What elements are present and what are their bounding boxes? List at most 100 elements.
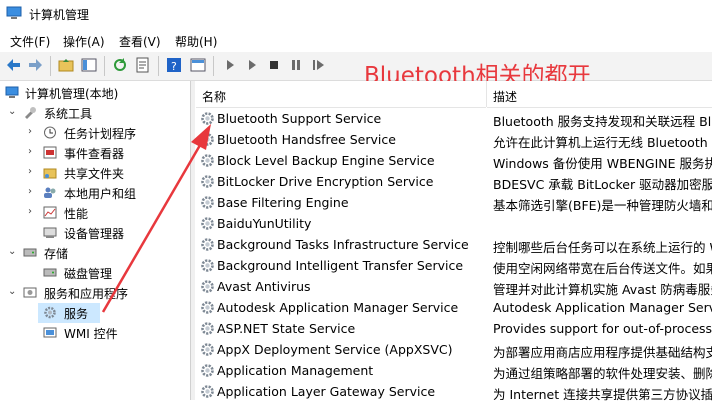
- tree-label: 存储: [44, 247, 69, 261]
- tree-services-apps[interactable]: ⌄ 服务和应用程序: [0, 283, 190, 303]
- tree-task-scheduler[interactable]: › 任务计划程序: [0, 123, 190, 143]
- tree-event-viewer[interactable]: › 事件查看器: [0, 143, 190, 163]
- table-row[interactable]: Block Level Backup Engine Service Windows…: [196, 150, 712, 171]
- pause-service-icon[interactable]: [288, 57, 304, 73]
- tree-label: 服务和应用程序: [44, 287, 129, 301]
- gear-icon: [201, 196, 214, 209]
- services-apps-icon: [23, 287, 37, 298]
- menu-bar: 文件(F) 操作(A) 查看(V) 帮助(H): [0, 28, 712, 52]
- tree-wmi[interactable]: WMI 控件: [0, 323, 190, 343]
- chevron-right-icon[interactable]: ›: [28, 126, 32, 137]
- export-list-icon[interactable]: [135, 57, 151, 73]
- tree-label: 性能: [64, 207, 89, 221]
- help-icon[interactable]: ?: [166, 57, 182, 73]
- tree-label: 设备管理器: [64, 227, 125, 241]
- tree-performance[interactable]: › 性能: [0, 203, 190, 223]
- menu-view[interactable]: 查看(V): [119, 33, 161, 50]
- service-name: Avast Antivirus: [217, 279, 311, 294]
- table-row[interactable]: Avast Antivirus 管理并对此计算机实施 Avast 防病毒服务: [196, 276, 712, 297]
- gear-icon: [201, 217, 214, 230]
- tree-services[interactable]: 服务: [38, 303, 100, 323]
- menu-action[interactable]: 操作(A): [63, 33, 105, 50]
- service-description: 管理并对此计算机实施 Avast 防病毒服务: [493, 282, 712, 297]
- service-name: Application Layer Gateway Service: [217, 384, 436, 399]
- table-row[interactable]: Autodesk Application Manager Service Auto…: [196, 297, 712, 318]
- show-hide-tree-icon[interactable]: [81, 57, 97, 73]
- tree-disk-management[interactable]: 磁盘管理: [0, 263, 190, 283]
- table-row[interactable]: Background Intelligent Transfer Service 使…: [196, 255, 712, 276]
- tools-icon: [25, 107, 36, 119]
- users-icon: [44, 187, 56, 198]
- table-row[interactable]: Application Management 为通过组策略部署的软件处理安装、删除…: [196, 360, 712, 381]
- gear-icon: [201, 133, 214, 146]
- service-description: 为 Internet 连接共享提供第三方协议插件: [493, 387, 712, 402]
- column-header-label: 描述: [493, 90, 518, 104]
- chevron-right-icon[interactable]: ›: [28, 206, 32, 217]
- play-icon[interactable]: [244, 57, 260, 73]
- service-description: Windows 备份使用 WBENGINE 服务执行: [493, 156, 712, 171]
- event-viewer-icon: [43, 146, 57, 159]
- window-title: 计算机管理: [29, 8, 90, 22]
- gear-icon: [201, 280, 214, 293]
- tree-label: WMI 控件: [64, 327, 118, 341]
- table-row[interactable]: Application Layer Gateway Service 为 Inter…: [196, 381, 712, 402]
- service-description: 为通过组策略部署的软件处理安装、删除以: [493, 366, 712, 381]
- table-row[interactable]: Base Filtering Engine 基本筛选引擎(BFE)是一种管理防火墙…: [196, 192, 712, 213]
- shared-folder-icon: [43, 168, 57, 179]
- table-row[interactable]: Bluetooth Support Service Bluetooth 服务支持发…: [196, 108, 712, 129]
- wmi-icon: [43, 327, 57, 338]
- chevron-down-icon[interactable]: ⌄: [8, 286, 16, 297]
- disk-icon: [43, 268, 57, 277]
- service-name: Background Tasks Infrastructure Service: [217, 237, 469, 252]
- chevron-right-icon[interactable]: ›: [28, 166, 32, 177]
- forward-arrow-icon[interactable]: [27, 57, 43, 73]
- console-tree: 计算机管理(本地) ⌄ 系统工具 › 任务计划程序 › 事件查看器 › 共享文件…: [0, 81, 191, 400]
- service-name: AppX Deployment Service (AppXSVC): [217, 342, 453, 357]
- tree-label: 共享文件夹: [64, 167, 125, 181]
- gear-icon: [201, 385, 214, 398]
- start-service-icon[interactable]: [222, 57, 238, 73]
- service-name: ASP.NET State Service: [217, 321, 356, 336]
- service-description: 使用空闲网络带宽在后台传送文件。如果该: [493, 261, 712, 276]
- service-name: Application Management: [217, 363, 374, 378]
- back-arrow-icon[interactable]: [6, 57, 22, 73]
- service-name: Bluetooth Handsfree Service: [217, 132, 396, 147]
- table-row[interactable]: AppX Deployment Service (AppXSVC) 为部署应用商店…: [196, 339, 712, 360]
- table-row[interactable]: Bluetooth Handsfree Service 允许在此计算机上运行无线 …: [196, 129, 712, 150]
- up-folder-icon[interactable]: [58, 57, 74, 73]
- tree-local-users[interactable]: › 本地用户和组: [0, 183, 190, 203]
- tree-device-manager[interactable]: 设备管理器: [0, 223, 190, 243]
- refresh-icon[interactable]: [112, 57, 128, 73]
- gear-icon: [201, 364, 214, 377]
- gear-icon: [201, 343, 214, 356]
- tree-label: 任务计划程序: [64, 127, 137, 141]
- service-name: Block Level Backup Engine Service: [217, 153, 435, 168]
- toolbar: ?: [0, 52, 712, 81]
- chevron-down-icon[interactable]: ⌄: [8, 246, 16, 257]
- chevron-down-icon[interactable]: ⌄: [8, 106, 16, 117]
- tree-shared-folders[interactable]: › 共享文件夹: [0, 163, 190, 183]
- chevron-right-icon[interactable]: ›: [28, 146, 32, 157]
- menu-help[interactable]: 帮助(H): [175, 33, 217, 50]
- menu-file[interactable]: 文件(F): [10, 33, 50, 50]
- svg-text:?: ?: [171, 60, 177, 73]
- title-bar: 计算机管理: [0, 0, 712, 28]
- tree-root[interactable]: 计算机管理(本地): [0, 83, 190, 103]
- table-row[interactable]: BaiduYunUtility: [196, 213, 712, 234]
- splitter[interactable]: [191, 81, 195, 400]
- column-header-name[interactable]: 名称: [196, 81, 486, 108]
- tree-storage[interactable]: ⌄ 存储: [0, 243, 190, 263]
- column-header-description[interactable]: 描述: [487, 81, 712, 108]
- chevron-right-icon[interactable]: ›: [28, 186, 32, 197]
- stop-service-icon[interactable]: [266, 57, 282, 73]
- tree-root-label: 计算机管理(本地): [25, 87, 119, 101]
- restart-service-icon[interactable]: [310, 57, 326, 73]
- table-row[interactable]: ASP.NET State Service Provides support fo…: [196, 318, 712, 339]
- table-row[interactable]: Background Tasks Infrastructure Service 控…: [196, 234, 712, 255]
- gear-icon: [201, 154, 214, 167]
- properties-icon[interactable]: [190, 57, 206, 73]
- tree-system-tools[interactable]: ⌄ 系统工具: [0, 103, 190, 123]
- tree-label: 本地用户和组: [64, 187, 137, 201]
- service-name: BaiduYunUtility: [217, 216, 312, 231]
- table-row[interactable]: BitLocker Drive Encryption Service BDESVC…: [196, 171, 712, 192]
